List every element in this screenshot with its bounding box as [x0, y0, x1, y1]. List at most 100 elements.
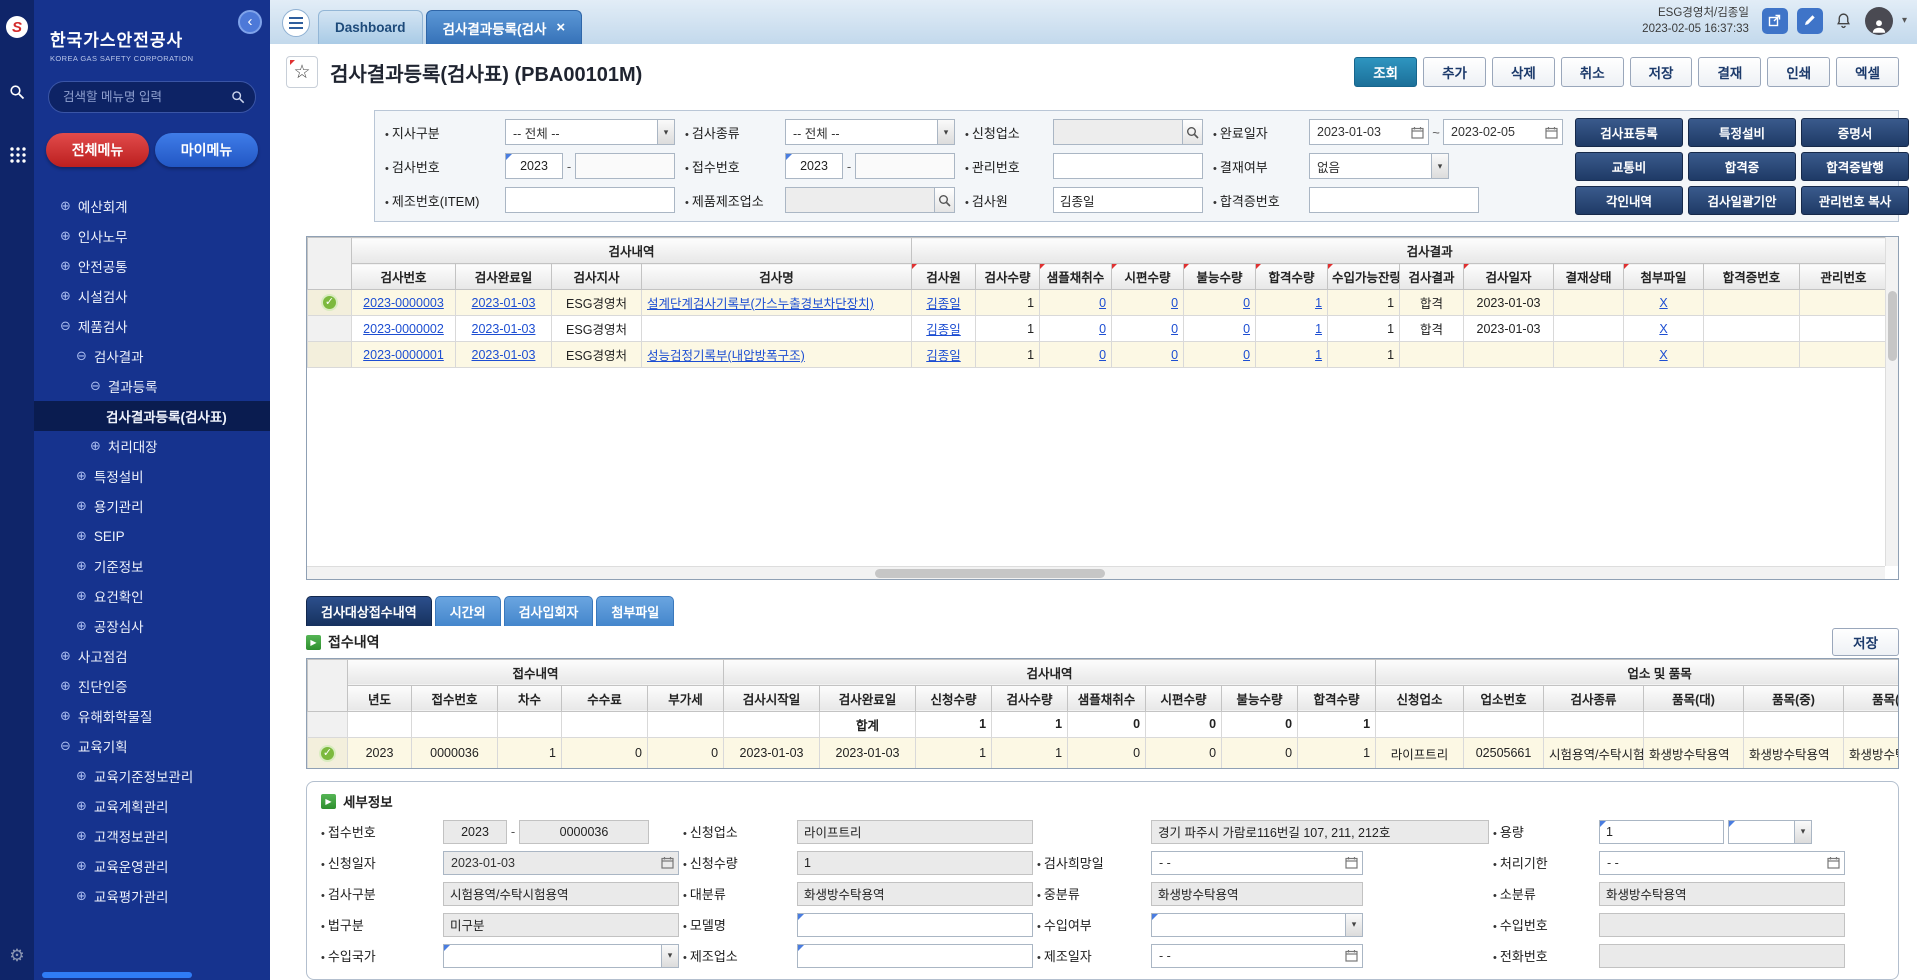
column-header[interactable]: 합격수량 — [1256, 264, 1328, 290]
item-no-input[interactable] — [505, 187, 675, 213]
tab-inspection-attendee[interactable]: 검사입회자 — [504, 596, 594, 626]
column-header[interactable]: 결재상태 — [1554, 264, 1624, 290]
column-header[interactable]: 관리번호 — [1800, 264, 1888, 290]
toolbar-button[interactable]: 결재 — [1698, 57, 1761, 87]
column-header[interactable]: 수입가능잔량 — [1328, 264, 1400, 290]
filter-action-button[interactable]: 검사표등록 — [1575, 118, 1683, 147]
unit-select[interactable]: ▾ — [1728, 820, 1812, 844]
complete-date-to[interactable]: 2023-02-05 — [1443, 119, 1563, 145]
column-header[interactable]: 검사수량 — [992, 685, 1068, 711]
sidebar-item[interactable]: ⊕교육평가관리 — [34, 881, 270, 911]
detail-input[interactable] — [1599, 913, 1845, 937]
sidebar-item[interactable]: ⊕예산회계 — [34, 191, 270, 221]
inspection-no-year-input[interactable] — [505, 153, 563, 179]
sidebar-item[interactable]: 검사결과등록(검사표) — [34, 401, 270, 431]
cell-link[interactable]: 0 — [1171, 322, 1178, 336]
cell-link[interactable]: 2023-01-03 — [472, 296, 536, 310]
column-header[interactable]: 신청수량 — [916, 685, 992, 711]
date-input[interactable]: - - — [1151, 851, 1363, 875]
notification-bell-icon[interactable] — [1832, 9, 1856, 33]
toolbar-button[interactable]: 인쇄 — [1767, 57, 1830, 87]
sidebar-item[interactable]: ⊖검사결과 — [34, 341, 270, 371]
toolbar-button[interactable]: 저장 — [1630, 57, 1693, 87]
sidebar-item[interactable]: ⊕유해화학물질 — [34, 701, 270, 731]
filter-action-button[interactable]: 합격증발행 — [1801, 152, 1909, 181]
sidebar-item[interactable]: ⊕기준정보 — [34, 551, 270, 581]
cell-link[interactable]: 0 — [1099, 296, 1106, 310]
search-icon[interactable] — [227, 86, 249, 108]
scrollbar-thumb[interactable] — [875, 569, 1105, 578]
certificate-no-input[interactable] — [1309, 187, 1479, 213]
detail-input[interactable] — [797, 882, 1033, 906]
calendar-icon[interactable] — [1545, 126, 1558, 139]
column-header[interactable]: 불능수량 — [1222, 685, 1298, 711]
receipt-no-serial-input[interactable] — [855, 153, 955, 179]
cell-link[interactable]: 0 — [1243, 348, 1250, 362]
date-input[interactable]: - - — [1151, 944, 1363, 968]
receipt-no-year-input[interactable] — [785, 153, 843, 179]
menu-search-input[interactable] — [63, 90, 227, 104]
inspection-type-select[interactable]: -- 전체 -- ▾ — [785, 119, 955, 145]
detail-input[interactable] — [797, 913, 1033, 937]
cell-link[interactable]: 1 — [1315, 322, 1322, 336]
my-menu-button[interactable]: 마이메뉴 — [155, 133, 258, 167]
filter-action-button[interactable]: 합격증 — [1688, 152, 1796, 181]
column-header[interactable]: 부가세 — [648, 685, 724, 711]
column-header[interactable]: 검사시작일 — [724, 685, 820, 711]
horizontal-scrollbar[interactable] — [307, 566, 1885, 579]
column-header[interactable]: 검사수량 — [976, 264, 1040, 290]
column-header[interactable]: 검사완료일 — [820, 685, 916, 711]
cell-link[interactable]: 성능검정기록부(내압방폭구조) — [647, 349, 805, 363]
management-no-input[interactable] — [1053, 153, 1203, 179]
column-header[interactable]: 샘플채취수 — [1040, 264, 1112, 290]
toolbar-button[interactable]: 엑셀 — [1836, 57, 1899, 87]
sidebar-item[interactable]: ⊕공장심사 — [34, 611, 270, 641]
cell-link[interactable]: 0 — [1171, 348, 1178, 362]
search-icon[interactable] — [9, 84, 25, 100]
detail-select[interactable]: ▾ — [443, 944, 679, 968]
save-button[interactable]: 저장 — [1832, 628, 1899, 656]
row-select-cell[interactable] — [308, 316, 352, 342]
filter-action-button[interactable]: 증명서 — [1801, 118, 1909, 147]
column-header[interactable]: 검사종류 — [1544, 685, 1644, 711]
column-header[interactable]: 검사번호 — [352, 264, 456, 290]
gear-icon[interactable]: ⚙ — [9, 946, 24, 966]
column-header[interactable]: 첨부파일 — [1624, 264, 1704, 290]
filter-action-button[interactable]: 특정설비 — [1688, 118, 1796, 147]
detail-input[interactable] — [1599, 820, 1724, 844]
column-header[interactable]: 품목(소) — [1844, 685, 1899, 711]
cell-link[interactable]: 2023-01-03 — [472, 322, 536, 336]
sidebar-item[interactable]: ⊕교육운영관리 — [34, 851, 270, 881]
cell-link[interactable]: 설계단계검사기록부(가스누출경보차단장치) — [647, 297, 874, 311]
sidebar-item[interactable]: ⊕인사노무 — [34, 221, 270, 251]
search-icon[interactable] — [934, 188, 954, 212]
vertical-scrollbar[interactable] — [1885, 237, 1898, 566]
cell-link[interactable]: X — [1659, 322, 1667, 336]
detail-input[interactable] — [443, 882, 679, 906]
detail-input[interactable] — [797, 944, 1033, 968]
approval-status-select[interactable]: 없음 ▾ — [1309, 153, 1449, 179]
cell-link[interactable]: 2023-01-03 — [472, 348, 536, 362]
cell-link[interactable]: 김종일 — [926, 297, 961, 311]
row-select-cell[interactable]: ✓ — [308, 290, 352, 316]
detail-input[interactable] — [797, 851, 1033, 875]
sidebar-item[interactable]: ⊕특정설비 — [34, 461, 270, 491]
chevron-down-icon[interactable]: ▾ — [1902, 15, 1907, 26]
sidebar-item[interactable]: ⊖교육기획 — [34, 731, 270, 761]
calendar-icon[interactable] — [1411, 126, 1424, 139]
column-header[interactable]: 검사일자 — [1464, 264, 1554, 290]
column-header[interactable]: 검사명 — [642, 264, 912, 290]
cell-link[interactable]: 1 — [1315, 348, 1322, 362]
tab-overtime[interactable]: 시간외 — [435, 596, 501, 626]
column-header[interactable]: 검사원 — [912, 264, 976, 290]
scrollbar-thumb[interactable] — [1888, 291, 1897, 361]
tab-attachments[interactable]: 첨부파일 — [596, 596, 674, 626]
applicant-input[interactable] — [1054, 120, 1182, 144]
filter-action-button[interactable]: 검사일괄기안 — [1688, 186, 1796, 215]
detail-select[interactable]: ▾ — [1151, 913, 1363, 937]
cell-link[interactable]: 2023-0000002 — [363, 322, 444, 336]
filter-action-button[interactable]: 교통비 — [1575, 152, 1683, 181]
menu-grid-icon[interactable] — [9, 146, 26, 163]
column-header[interactable]: 수수료 — [562, 685, 648, 711]
top-tab[interactable]: 검사결과등록(검사× — [426, 10, 583, 44]
